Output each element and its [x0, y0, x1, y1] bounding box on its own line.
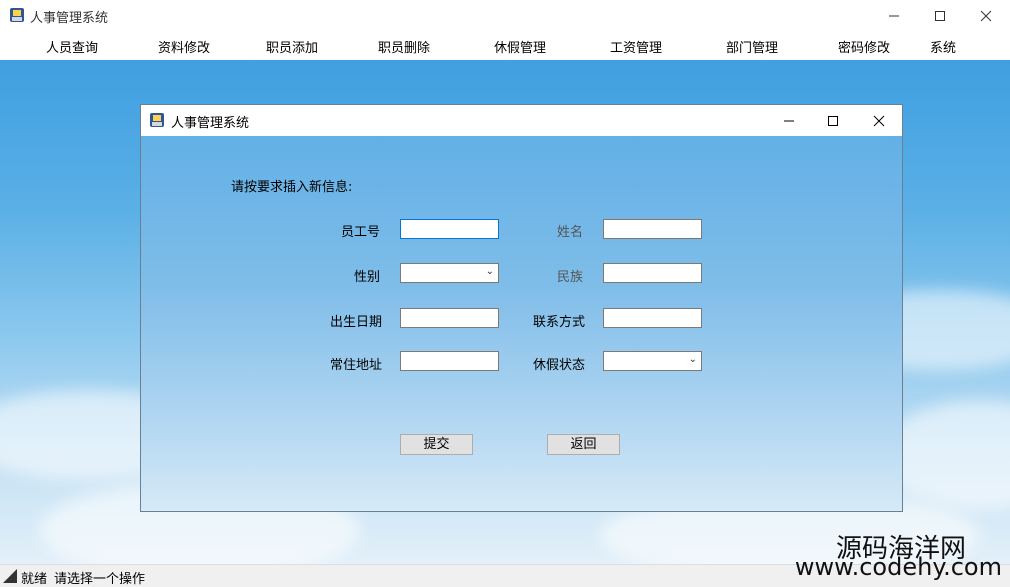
name-label: 姓名 — [557, 225, 584, 240]
address-input[interactable] — [400, 351, 499, 371]
dialog-maximize-button[interactable] — [810, 105, 856, 136]
dialog-body: 请按要求插入新信息: 员工号 姓名 性别 ⌄ 民族 出生日期 联系方式 常住地址… — [141, 136, 902, 511]
leave-status-select[interactable]: ⌄ — [603, 351, 702, 371]
name-input[interactable] — [603, 219, 702, 239]
main-title-bar: 人事管理系统 — [0, 0, 1010, 31]
menu-personnel-query[interactable]: 人员查询 — [46, 37, 98, 56]
contact-input[interactable] — [603, 308, 702, 328]
employee-id-label: 员工号 — [341, 225, 381, 240]
insert-prompt: 请按要求插入新信息: — [231, 180, 353, 195]
contact-label: 联系方式 — [533, 315, 586, 330]
birth-date-label: 出生日期 — [330, 315, 383, 330]
menu-leave-management[interactable]: 休假管理 — [494, 37, 546, 56]
app-icon — [10, 8, 24, 22]
dialog-close-button[interactable] — [856, 105, 902, 136]
ethnicity-input[interactable] — [603, 263, 702, 283]
minimize-button[interactable] — [871, 0, 917, 31]
menu-salary-management[interactable]: 工资管理 — [610, 37, 662, 56]
maximize-button[interactable] — [917, 0, 963, 31]
app-icon — [150, 113, 164, 127]
minimize-icon — [784, 120, 794, 121]
minimize-icon — [889, 15, 899, 16]
gender-select[interactable]: ⌄ — [400, 263, 499, 283]
menu-password-change[interactable]: 密码修改 — [838, 37, 890, 56]
gender-label: 性别 — [354, 270, 381, 285]
status-state: 就绪 — [21, 572, 48, 587]
resize-grip-icon — [3, 569, 17, 583]
window-title: 人事管理系统 — [30, 11, 109, 26]
chevron-down-icon: ⌄ — [688, 354, 697, 365]
menu-department-management[interactable]: 部门管理 — [726, 37, 778, 56]
back-button[interactable]: 返回 — [547, 434, 620, 455]
maximize-icon — [935, 10, 945, 21]
leave-status-label: 休假状态 — [533, 358, 586, 373]
birth-date-input[interactable] — [400, 308, 499, 328]
dialog-title: 人事管理系统 — [171, 116, 250, 131]
maximize-icon — [828, 115, 838, 126]
ethnicity-label: 民族 — [557, 270, 584, 285]
watermark-url: www.codehy.com — [794, 553, 1002, 581]
close-button[interactable] — [963, 0, 1009, 31]
address-label: 常住地址 — [330, 358, 383, 373]
menu-bar: 人员查询 资料修改 职员添加 职员删除 休假管理 工资管理 部门管理 密码修改 … — [0, 31, 1010, 60]
menu-staff-add[interactable]: 职员添加 — [266, 37, 318, 56]
submit-button[interactable]: 提交 — [400, 434, 473, 455]
menu-system[interactable]: 系统 — [930, 37, 956, 56]
close-icon — [873, 115, 885, 126]
chevron-down-icon: ⌄ — [485, 266, 494, 277]
status-message: 请选择一个操作 — [54, 572, 146, 587]
employee-id-input[interactable] — [400, 219, 499, 239]
menu-profile-edit[interactable]: 资料修改 — [158, 37, 210, 56]
insert-staff-dialog: 人事管理系统 请按要求插入新信息: 员工号 姓名 性别 ⌄ 民族 出生日期 联系… — [140, 104, 903, 512]
dialog-minimize-button[interactable] — [766, 105, 812, 136]
menu-staff-delete[interactable]: 职员删除 — [378, 37, 430, 56]
dialog-title-bar: 人事管理系统 — [141, 105, 902, 136]
close-icon — [980, 10, 992, 21]
